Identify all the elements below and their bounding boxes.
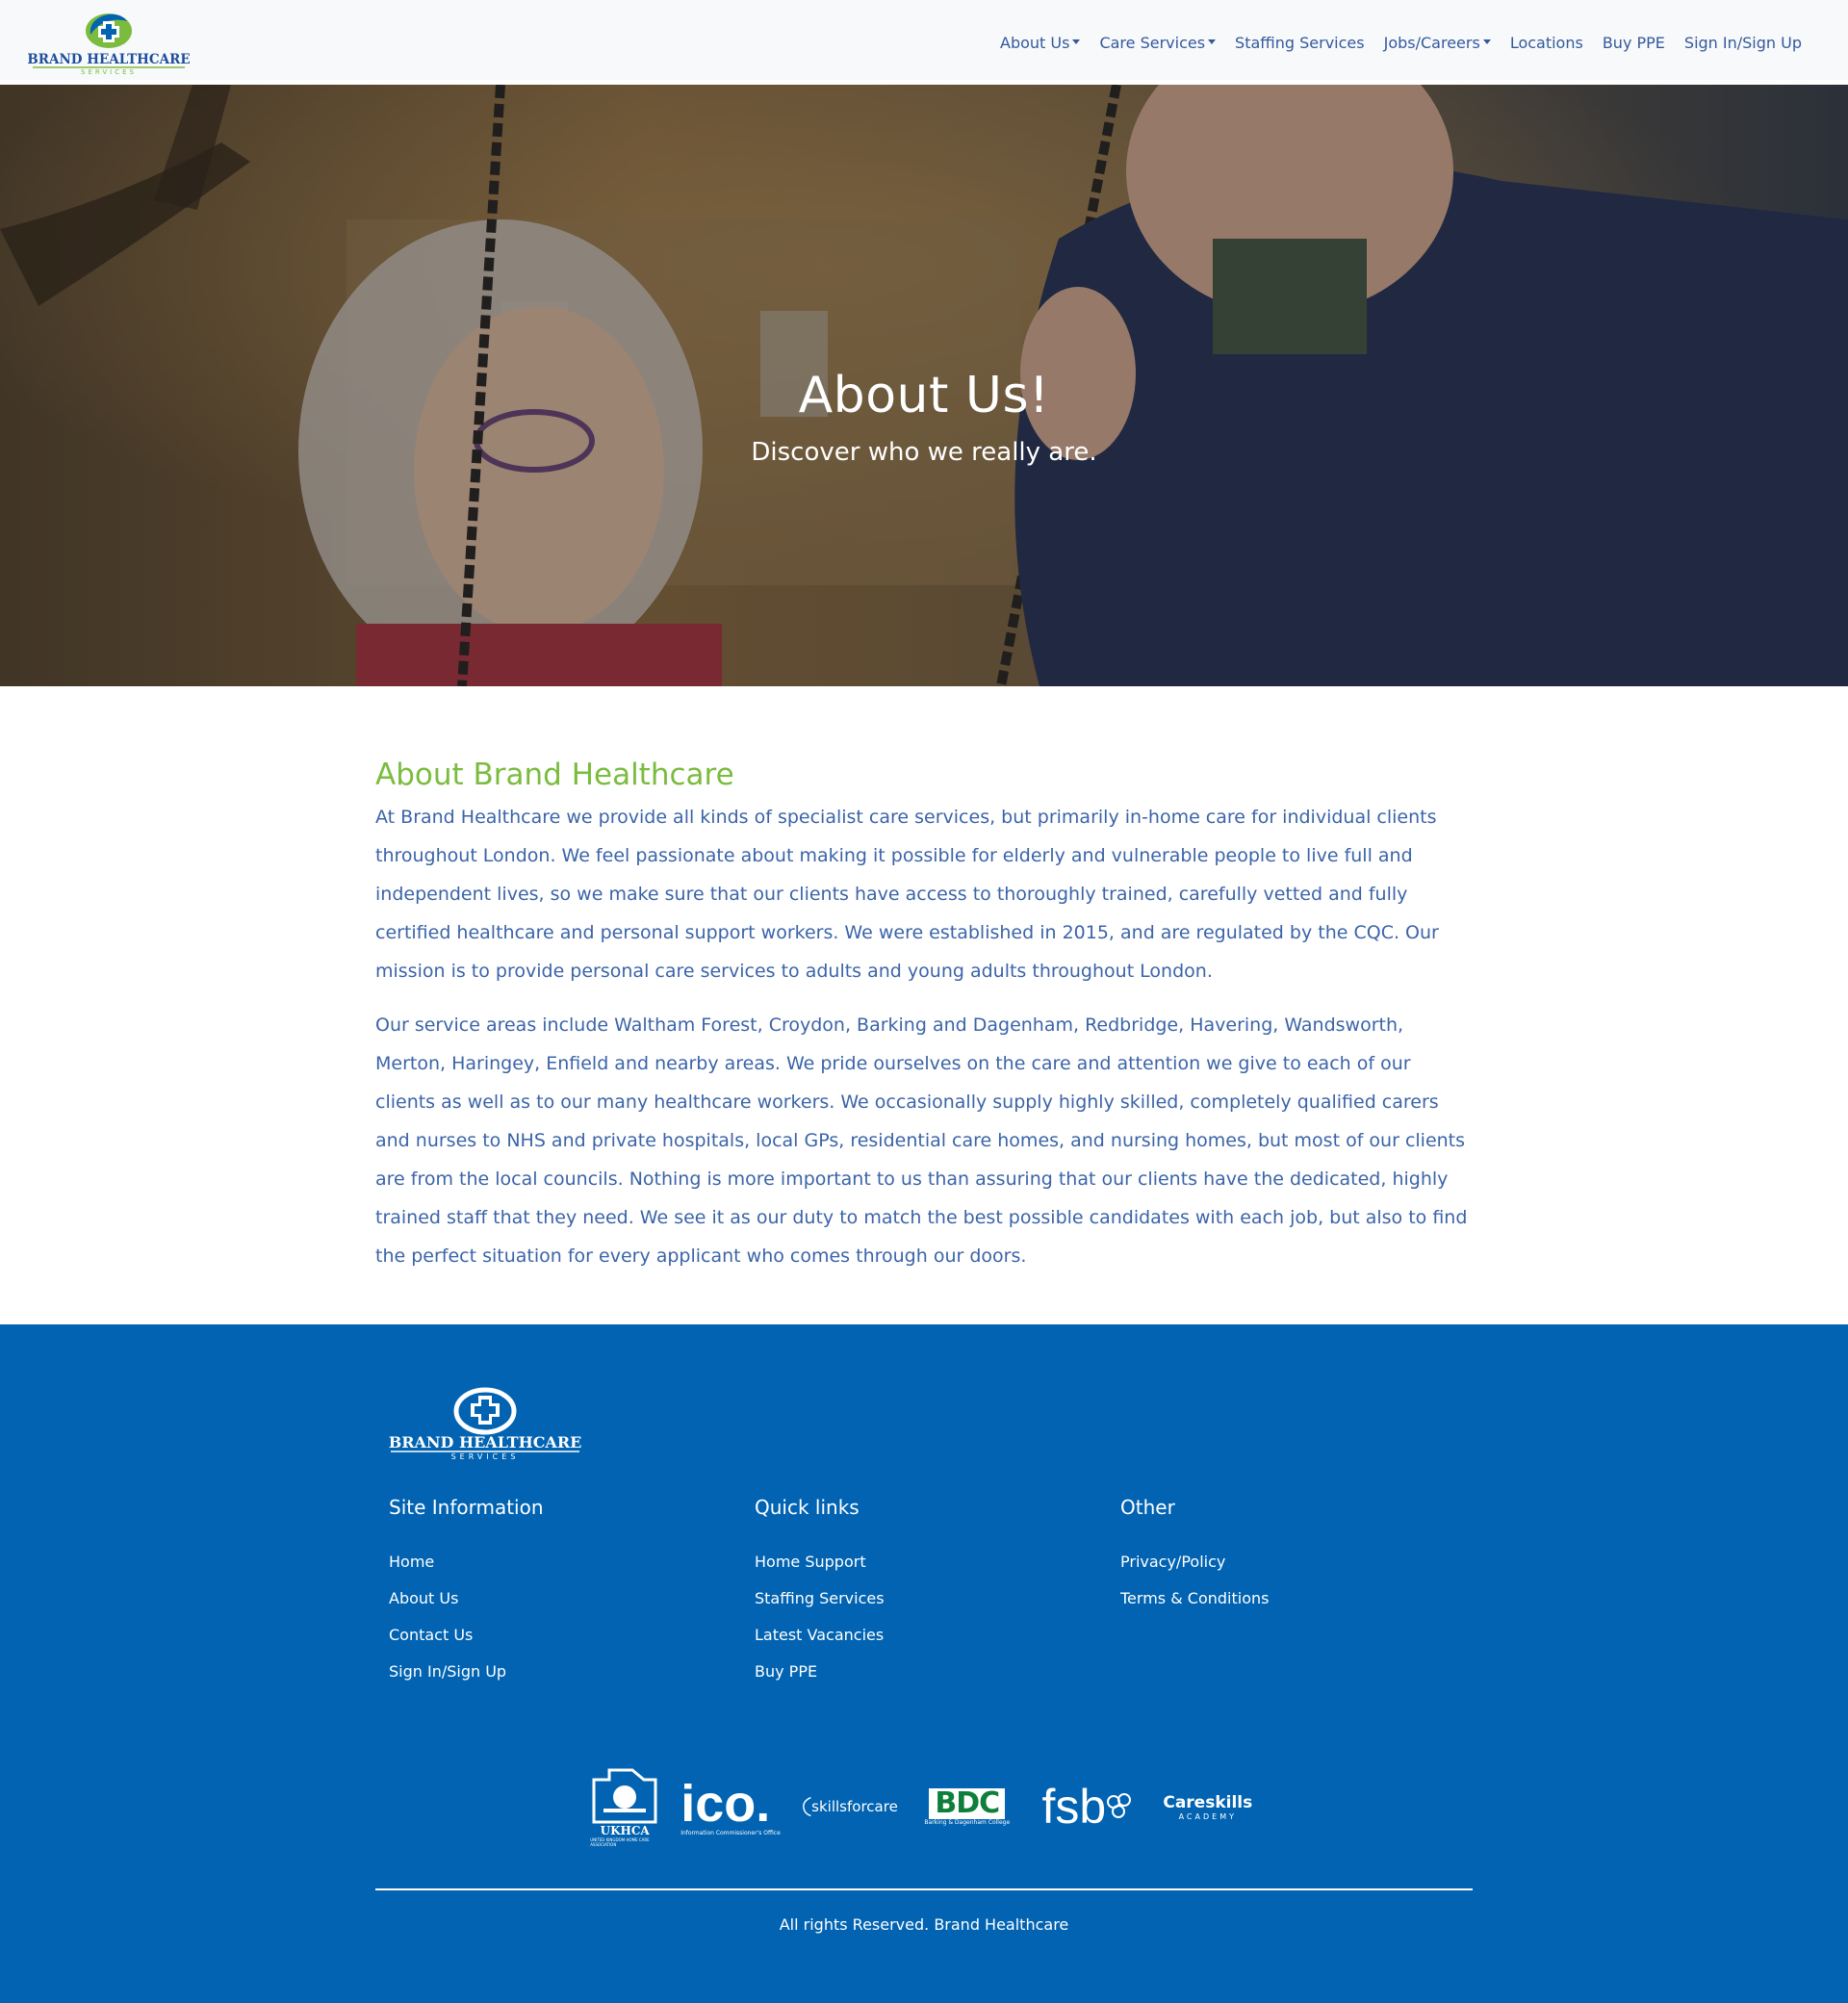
brand-logo[interactable]: BRAND HEALTHCARE SERVICES <box>27 10 191 75</box>
footer-link-contact-us[interactable]: Contact Us <box>389 1617 755 1654</box>
footer-col-heading: Quick links <box>755 1496 860 1519</box>
footer-divider <box>375 1888 1473 1890</box>
nav-buy-ppe[interactable]: Buy PPE <box>1593 34 1675 52</box>
nav-jobs-careers[interactable]: Jobs/Careers <box>1374 34 1501 52</box>
main-nav: About Us Care Services Staffing Services… <box>990 0 1811 85</box>
about-paragraph: Our service areas include Waltham Forest… <box>375 1014 1468 1267</box>
ukhca-logo[interactable]: UKHCA UNITED KINGDOM HOME CARE ASSOCIATI… <box>590 1765 659 1848</box>
chevron-down-icon <box>1482 39 1491 44</box>
skills-for-care-logo[interactable]: skillsforcare <box>802 1780 898 1834</box>
footer: BRAND HEALTHCARE SERVICES Site Informati… <box>0 1324 1848 2003</box>
hero-title: About Us! <box>798 367 1050 424</box>
hero-banner: About Us! Discover who we really are. <box>0 85 1848 686</box>
footer-col-quick-links: Quick links Home Support Staffing Servic… <box>755 1496 1120 1690</box>
footer-logo[interactable]: BRAND HEALTHCARE SERVICES <box>389 1384 581 1461</box>
about-heading: About Brand Healthcare <box>375 758 734 792</box>
footer-col-heading: Other <box>1120 1496 1175 1519</box>
footer-link-terms[interactable]: Terms & Conditions <box>1120 1580 1486 1617</box>
chevron-down-icon <box>1208 39 1217 44</box>
about-section: About Brand Healthcare At Brand Healthca… <box>375 686 1473 1324</box>
footer-link-staffing-services[interactable]: Staffing Services <box>755 1580 1120 1617</box>
nav-care-services[interactable]: Care Services <box>1090 34 1225 52</box>
footer-col-heading: Site Information <box>389 1496 544 1519</box>
ico-logo[interactable]: ico. Information Commissioner's Office <box>680 1778 781 1836</box>
hero-subtitle: Discover who we really are. <box>751 438 1097 467</box>
footer-col-other: Other Privacy/Policy Terms & Conditions <box>1120 1496 1486 1690</box>
footer-link-sign-in[interactable]: Sign In/Sign Up <box>389 1654 755 1690</box>
copyright-text: All rights Reserved. Brand Healthcare <box>779 1915 1069 1934</box>
footer-link-about-us[interactable]: About Us <box>389 1580 755 1617</box>
chevron-down-icon <box>1072 39 1081 44</box>
nav-locations[interactable]: Locations <box>1501 34 1593 52</box>
footer-link-latest-vacancies[interactable]: Latest Vacancies <box>755 1617 1120 1654</box>
svg-text:SERVICES: SERVICES <box>81 68 137 75</box>
nav-about-us[interactable]: About Us <box>990 34 1090 52</box>
footer-col-site-info: Site Information Home About Us Contact U… <box>389 1496 755 1690</box>
footer-link-privacy-policy[interactable]: Privacy/Policy <box>1120 1544 1486 1580</box>
footer-brand-text: BRAND HEALTHCARE <box>389 1433 581 1451</box>
footer-link-buy-ppe[interactable]: Buy PPE <box>755 1654 1120 1690</box>
nav-staffing-services[interactable]: Staffing Services <box>1225 34 1374 52</box>
nav-sign-in[interactable]: Sign In/Sign Up <box>1675 34 1811 52</box>
brand-name-text: BRAND HEALTHCARE <box>27 52 190 67</box>
footer-link-home[interactable]: Home <box>389 1544 755 1580</box>
footer-link-home-support[interactable]: Home Support <box>755 1544 1120 1580</box>
careskills-logo[interactable]: Careskills ACADEMY <box>1158 1793 1258 1821</box>
about-paragraph: At Brand Healthcare we provide all kinds… <box>375 807 1439 982</box>
bdc-logo[interactable]: BDC Barking & Dagenham College <box>919 1787 1015 1826</box>
fsb-logo[interactable]: fsb <box>1037 1783 1137 1831</box>
svg-text:SERVICES: SERVICES <box>451 1452 520 1461</box>
accreditation-badges: UKHCA UNITED KINGDOM HOME CARE ASSOCIATI… <box>0 1765 1848 1848</box>
navbar: BRAND HEALTHCARE SERVICES About Us Care … <box>0 0 1848 85</box>
